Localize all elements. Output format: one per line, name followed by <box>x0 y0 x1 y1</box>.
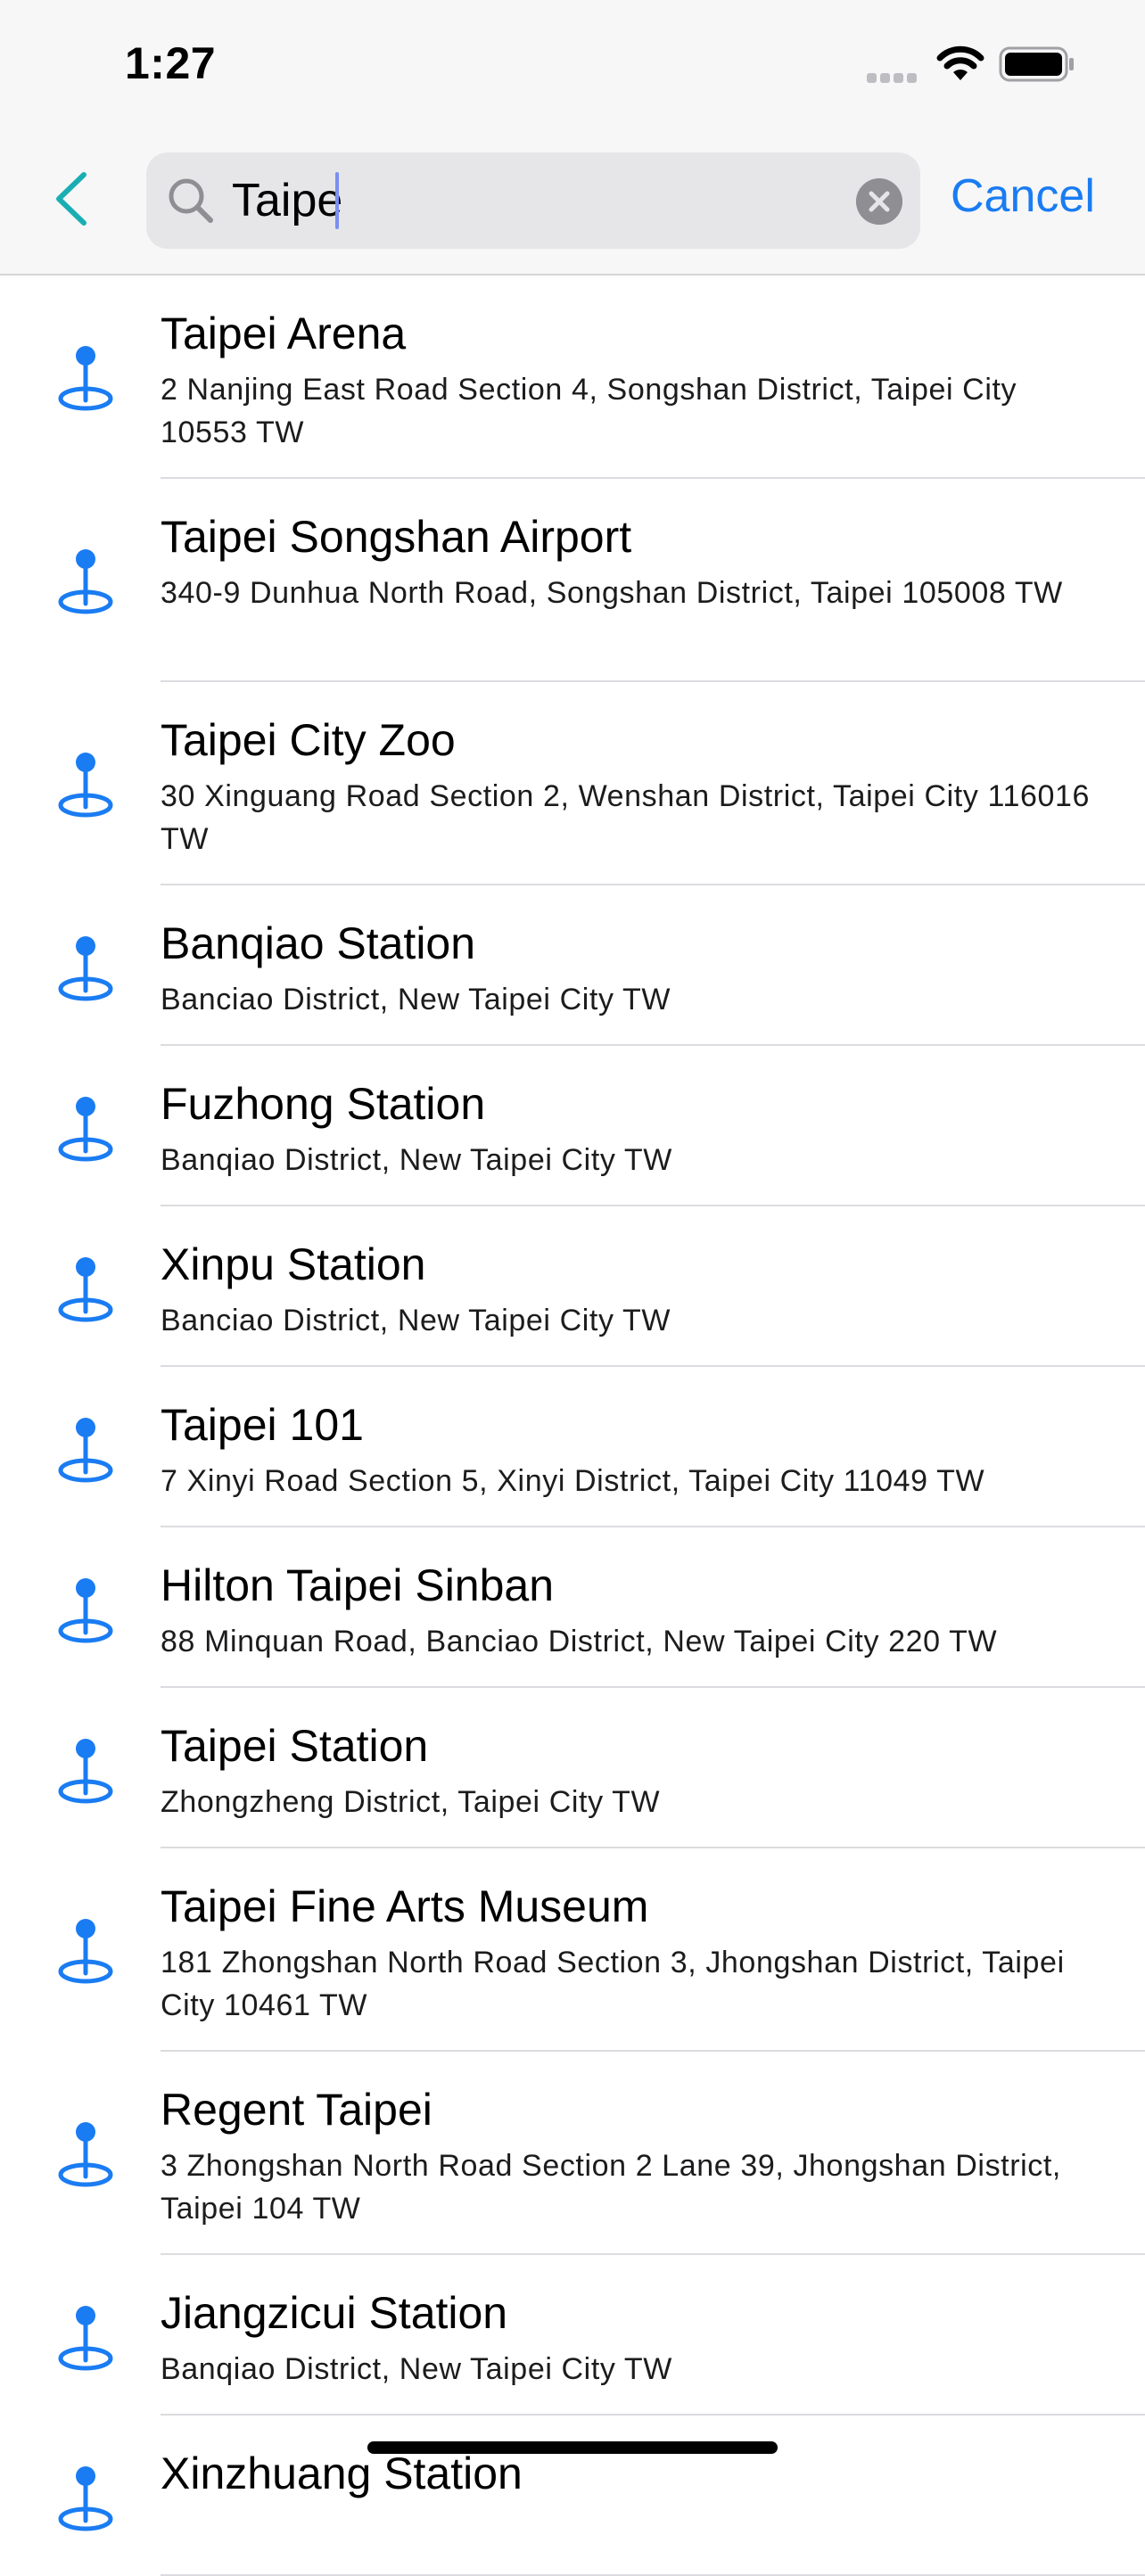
result-address: 3 Zhongshan North Road Section 2 Lane 39… <box>161 2149 1061 2226</box>
result-title: Taipei 101 <box>161 1400 364 1450</box>
map-pin-icon <box>58 1257 113 1322</box>
result-address: Banciao District, New Taipei City TW <box>161 983 671 1016</box>
map-pin-icon <box>58 753 113 818</box>
result-row[interactable]: Regent Taipei 3 Zhongshan North Road Sec… <box>0 2052 1145 2255</box>
map-pin-icon <box>58 2306 113 2371</box>
cancel-button[interactable]: Cancel <box>951 169 1095 223</box>
result-title: Taipei City Zoo <box>161 715 456 765</box>
map-pin-icon <box>58 936 113 1001</box>
map-pin-icon <box>58 1097 113 1162</box>
text-cursor <box>335 172 339 229</box>
result-address: Zhongzheng District, Taipei City TW <box>161 1785 661 1819</box>
result-row[interactable]: Taipei Arena 2 Nanjing East Road Section… <box>0 276 1145 479</box>
home-indicator[interactable] <box>367 2441 778 2454</box>
status-time: 1:27 <box>125 38 217 88</box>
result-title: Jiangzicui Station <box>161 2288 508 2338</box>
result-title: Taipei Fine Arts Museum <box>161 1881 649 1931</box>
result-row[interactable]: Taipei City Zoo 30 Xinguang Road Section… <box>0 682 1145 885</box>
search-input[interactable] <box>232 152 803 249</box>
result-title: Taipei Songshan Airport <box>161 512 632 562</box>
search-icon <box>169 178 213 223</box>
map-pin-icon <box>58 1418 113 1483</box>
result-address: 7 Xinyi Road Section 5, Xinyi District, … <box>161 1464 985 1498</box>
back-chevron-icon[interactable] <box>45 168 98 230</box>
result-address: 2 Nanjing East Road Section 4, Songshan … <box>161 373 1017 449</box>
result-row[interactable]: Fuzhong Station Banqiao District, New Ta… <box>0 1046 1145 1206</box>
result-title: Banqiao Station <box>161 918 476 968</box>
result-title: Xinpu Station <box>161 1239 426 1289</box>
result-title: Xinzhuang Station <box>161 2448 523 2498</box>
result-row[interactable]: Xinzhuang Station <box>0 2416 1145 2576</box>
result-row[interactable]: Taipei Songshan Airport 340-9 Dunhua Nor… <box>0 479 1145 682</box>
navigation-bar: 1:27 Cancel <box>0 0 1145 276</box>
result-address: Banqiao District, New Taipei City TW <box>161 1143 672 1177</box>
map-pin-icon <box>58 346 113 411</box>
result-title: Taipei Station <box>161 1721 429 1771</box>
result-row[interactable]: Hilton Taipei Sinban 88 Minquan Road, Ba… <box>0 1527 1145 1688</box>
map-pin-icon <box>58 2466 113 2531</box>
result-row[interactable]: Taipei Fine Arts Museum 181 Zhongshan No… <box>0 1848 1145 2052</box>
map-pin-icon <box>58 1739 113 1804</box>
result-row[interactable]: Xinpu Station Banciao District, New Taip… <box>0 1206 1145 1367</box>
wifi-icon <box>936 45 984 80</box>
map-pin-icon <box>58 2122 113 2187</box>
result-address: Banciao District, New Taipei City TW <box>161 1304 671 1337</box>
battery-icon <box>999 46 1074 82</box>
cellular-signal-icon <box>867 71 920 83</box>
result-address: 88 Minquan Road, Banciao District, New T… <box>161 1625 998 1658</box>
result-row[interactable]: Taipei 101 7 Xinyi Road Section 5, Xinyi… <box>0 1367 1145 1527</box>
result-address: 30 Xinguang Road Section 2, Wenshan Dist… <box>161 779 1091 856</box>
search-results-list: Taipei Arena 2 Nanjing East Road Section… <box>0 276 1145 2576</box>
map-pin-icon <box>58 1919 113 1984</box>
result-title: Hilton Taipei Sinban <box>161 1560 555 1610</box>
result-address: 340-9 Dunhua North Road, Songshan Distri… <box>161 576 1063 610</box>
result-row[interactable]: Jiangzicui Station Banqiao District, New… <box>0 2255 1145 2416</box>
result-title: Taipei Arena <box>161 309 407 358</box>
result-row[interactable]: Banqiao Station Banciao District, New Ta… <box>0 885 1145 1046</box>
search-field[interactable] <box>146 152 920 249</box>
result-row[interactable]: Taipei Station Zhongzheng District, Taip… <box>0 1688 1145 1848</box>
result-address: 181 Zhongshan North Road Section 3, Jhon… <box>161 1946 1065 2022</box>
clear-search-icon[interactable] <box>856 178 902 225</box>
map-pin-icon <box>58 1578 113 1643</box>
result-address: Banqiao District, New Taipei City TW <box>161 2352 672 2386</box>
result-title: Regent Taipei <box>161 2085 432 2135</box>
result-title: Fuzhong Station <box>161 1079 486 1129</box>
map-pin-icon <box>58 549 113 614</box>
